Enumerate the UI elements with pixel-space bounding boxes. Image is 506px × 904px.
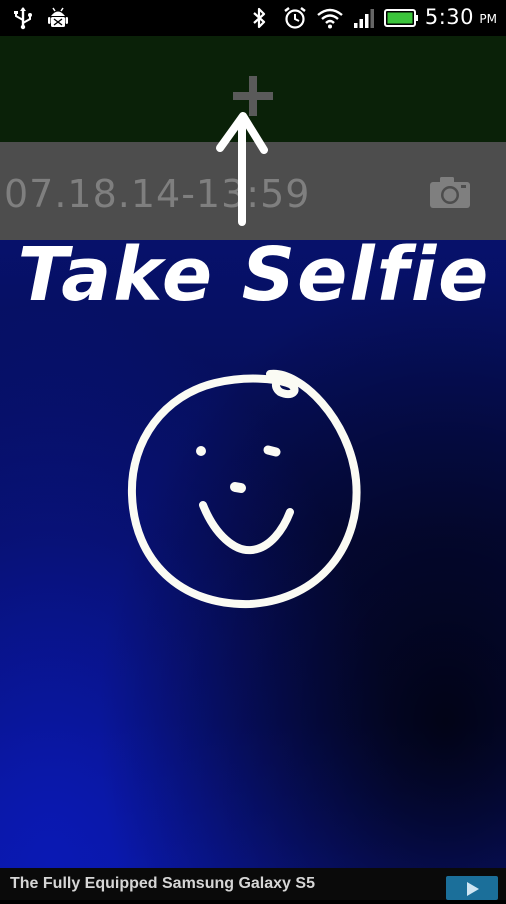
smiley-face-drawing — [127, 369, 361, 609]
ad-banner[interactable]: The Fully Equipped Samsung Galaxy S5 — [0, 868, 506, 900]
overlay-drawing — [127, 112, 361, 609]
take-selfie-caption: Take Selfie — [17, 232, 491, 318]
ad-text[interactable]: The Fully Equipped Samsung Galaxy S5 — [10, 875, 315, 893]
play-icon — [467, 882, 479, 896]
up-arrow-annotation — [216, 112, 268, 226]
ad-button[interactable] — [446, 876, 498, 900]
